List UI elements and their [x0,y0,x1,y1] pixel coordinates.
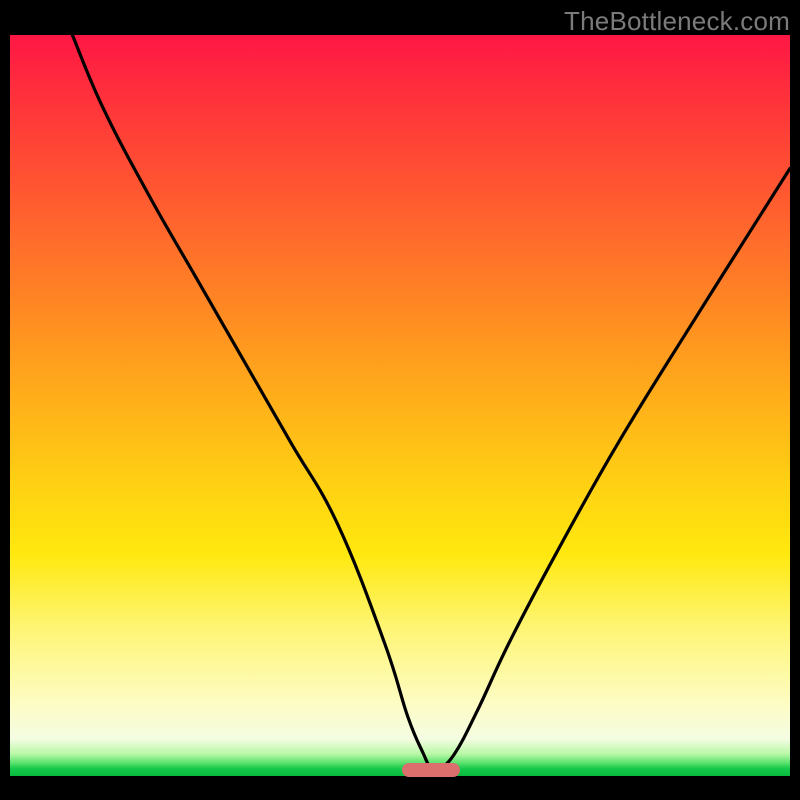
bottleneck-curve [10,35,790,776]
watermark-text: TheBottleneck.com [564,6,790,37]
optimal-marker [402,763,460,777]
plot-area [10,35,790,776]
chart-stage: TheBottleneck.com [0,0,800,800]
